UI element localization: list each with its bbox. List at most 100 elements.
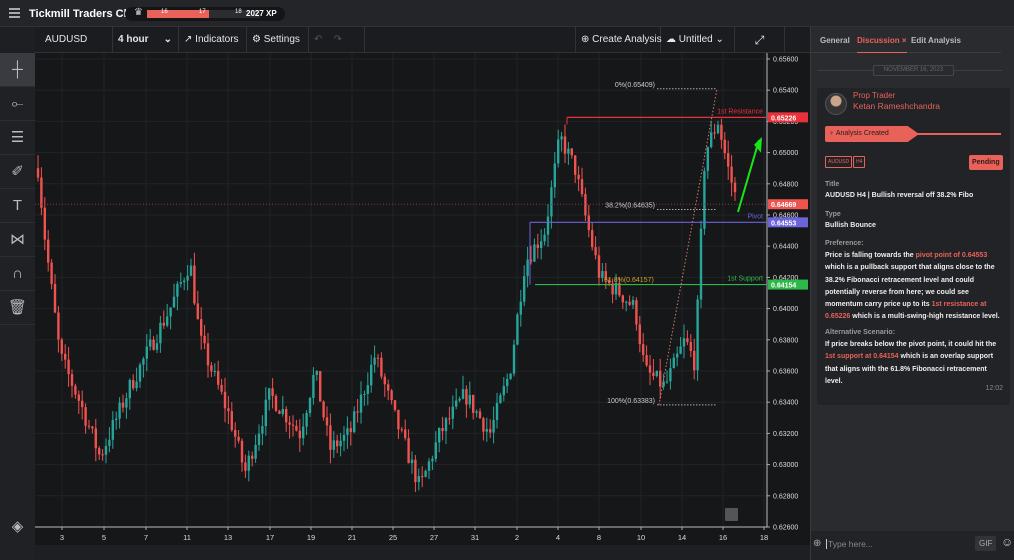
candle-body: [536, 244, 539, 248]
candle-body: [652, 372, 655, 377]
analysis-title: AUDUSD H4 | Bullish reversal off 38.2% F…: [825, 192, 974, 199]
candle-body: [512, 344, 516, 374]
candle-body: [591, 230, 594, 248]
candle-body: [108, 439, 111, 446]
candle-body: [431, 458, 434, 462]
candle-body: [101, 454, 104, 456]
candle-body: [645, 355, 648, 366]
add-icon[interactable]: ⊕: [813, 538, 821, 549]
xp-points: 2027 XP: [246, 9, 277, 18]
candle-body: [397, 409, 400, 430]
candle-body: [77, 394, 80, 401]
candle-body: [363, 393, 366, 395]
candle-body: [121, 402, 125, 408]
candle-body: [302, 426, 305, 439]
candle-body: [577, 174, 580, 180]
candle-body: [189, 265, 193, 276]
tab-edit-analysis[interactable]: Edit Analysis: [911, 36, 961, 45]
candle-body: [43, 207, 46, 240]
cloud-upload-icon: ☁: [666, 34, 679, 45]
candle-body: [94, 428, 97, 449]
fib-trend-line: [658, 88, 718, 405]
emoji-icon[interactable]: ☺: [1001, 535, 1013, 549]
candle-body: [322, 401, 325, 418]
tab-discussion[interactable]: Discussion ×: [857, 36, 907, 53]
candle-body: [730, 166, 733, 183]
y-tick-label: 0.62800: [773, 493, 798, 500]
symbol-selector[interactable]: AUDUSD: [35, 27, 113, 53]
candle-body: [257, 433, 261, 445]
fib-levels-icon[interactable]: ☰: [0, 121, 35, 155]
fib-level-label: 38.2%(0.64635): [605, 203, 655, 210]
projection-arrow: [737, 139, 760, 213]
preference-text: Price is falling towards the pivot point…: [825, 250, 1005, 324]
candle-body: [87, 425, 91, 427]
timeline-line: [917, 133, 1001, 135]
trend-line-icon[interactable]: ⟜: [0, 87, 35, 121]
candle-body: [383, 376, 386, 385]
save-layout-button[interactable]: ☁ Untitled ⌄: [661, 27, 735, 53]
candle-body: [196, 303, 199, 320]
candle-body: [441, 427, 444, 432]
candle-body: [723, 139, 726, 154]
create-analysis-button[interactable]: ⊕ Create Analysis: [575, 27, 662, 53]
author-name[interactable]: Ketan Rameshchandra: [853, 101, 940, 111]
avatar: [825, 93, 847, 115]
settings-button[interactable]: ⚙ Settings: [247, 27, 309, 53]
indicators-icon: ↗: [184, 34, 196, 45]
brush-icon[interactable]: ✐: [0, 155, 35, 189]
event-label: Analysis Created: [835, 130, 889, 137]
candle-body: [315, 371, 318, 375]
menu-icon[interactable]: [9, 8, 20, 18]
settings-label: Settings: [263, 34, 300, 45]
candle-body: [203, 335, 206, 344]
candle-body: [376, 357, 380, 359]
candle-body: [359, 394, 363, 413]
chart-canvas[interactable]: 0.656000.654000.652000.650000.648000.646…: [35, 53, 810, 545]
undo-icon[interactable]: ↶: [314, 34, 322, 45]
candle-body: [366, 385, 369, 394]
candle-body: [710, 132, 713, 148]
close-icon[interactable]: ×: [902, 36, 907, 45]
layers-icon[interactable]: ◈: [0, 510, 35, 544]
candle-body: [159, 322, 162, 344]
event-badge: ♀ Analysis Created: [825, 126, 919, 142]
x-tick-label: 17: [266, 533, 274, 542]
price-badge-label: 0.65226: [771, 115, 796, 122]
candle-body: [264, 399, 267, 427]
author-role: Prop Trader: [853, 91, 896, 100]
candle-body: [407, 438, 410, 464]
candle-body: [332, 440, 335, 450]
date-separator: NOVEMBER 16, 2023: [873, 65, 954, 76]
candle-body: [659, 370, 662, 387]
candle-body: [261, 426, 264, 434]
candle-body: [217, 371, 220, 385]
pattern-icon[interactable]: ⋈: [0, 223, 35, 257]
text-icon[interactable]: T: [0, 189, 35, 223]
candle-body: [128, 380, 131, 399]
candle-body: [489, 429, 492, 433]
redo-icon[interactable]: ↷: [334, 34, 342, 45]
message-input[interactable]: ⊕ Type here... GIF ☺: [811, 531, 1014, 560]
candle-body: [84, 407, 87, 426]
tab-general[interactable]: General: [820, 36, 850, 45]
candle-body: [247, 455, 250, 471]
candle-body: [193, 265, 196, 304]
gif-button[interactable]: GIF: [975, 536, 997, 551]
crosshair-icon[interactable]: ┼: [0, 53, 35, 87]
candle-body: [387, 384, 390, 391]
price-chart[interactable]: 0.65600 0.65400 0.65200 0.65000 0.64800 0.646…: [35, 53, 810, 545]
candle-body: [465, 389, 468, 405]
interval-selector[interactable]: 4 hour ⌄: [113, 27, 179, 53]
candle-body: [230, 411, 233, 430]
current-price-label: 0.64669: [771, 202, 796, 209]
indicators-button[interactable]: ↗ Indicators: [179, 27, 247, 53]
candle-body: [98, 448, 101, 455]
candle-body: [400, 429, 403, 431]
fullscreen-icon[interactable]: ⤢: [735, 27, 785, 53]
magnet-icon[interactable]: ∩: [0, 257, 35, 291]
candle-body: [414, 459, 417, 483]
analysis-type: Bullish Bounce: [825, 222, 876, 229]
trash-icon[interactable]: 🗑: [0, 291, 35, 325]
drawing-toolbar: ┼ ⟜ ☰ ✐ T ⋈ ∩ 🗑 ◈: [0, 53, 35, 560]
